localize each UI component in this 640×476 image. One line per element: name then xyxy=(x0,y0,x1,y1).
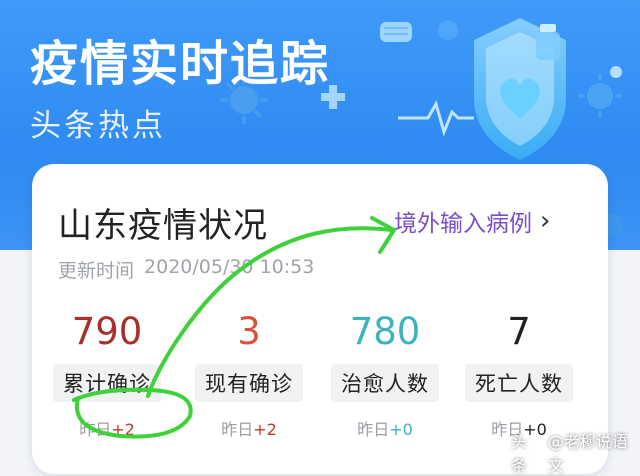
stat-deaths: 7 死亡人数 昨日+0 xyxy=(454,310,584,440)
imported-cases-link[interactable]: 境外输入病例 › xyxy=(394,204,550,238)
stat-current-confirmed: 3 现有确诊 昨日+2 xyxy=(184,310,314,440)
stat-delta-value: +0 xyxy=(389,420,413,439)
virus-icon xyxy=(578,74,622,118)
stat-confirmed-total: 790 累计确诊 昨日+2 xyxy=(42,310,172,440)
stat-label: 现有确诊 xyxy=(195,364,303,402)
stat-delta: 昨日+0 xyxy=(320,416,450,440)
hero-subtitle: 头条热点 xyxy=(30,108,166,144)
stat-delta-prefix: 昨日 xyxy=(357,420,390,439)
stat-delta-value: +2 xyxy=(111,420,135,439)
hero-title: 疫情实时追踪 xyxy=(30,36,331,92)
update-time-label: 更新时间 xyxy=(58,260,135,282)
watermark: 头条 @老穆说语文 xyxy=(511,428,640,476)
watermark-platform: 头条 xyxy=(511,432,528,475)
stat-value: 3 xyxy=(237,310,261,353)
stat-delta-prefix: 昨日 xyxy=(221,420,254,439)
medicine-bottle-icon xyxy=(536,24,560,60)
update-time-value: 2020/05/30 10:53 xyxy=(144,256,315,278)
stat-delta: 昨日+2 xyxy=(42,416,172,440)
stat-value: 790 xyxy=(71,310,143,353)
stat-value: 7 xyxy=(507,310,531,353)
stat-label: 死亡人数 xyxy=(465,364,573,402)
stat-delta: 昨日+2 xyxy=(184,416,314,440)
stat-recovered: 780 治愈人数 昨日+0 xyxy=(320,310,450,440)
imported-cases-link-label: 境外输入病例 xyxy=(394,211,532,237)
stat-label: 累计确诊 xyxy=(53,364,161,402)
update-time: 更新时间 2020/05/30 10:53 xyxy=(58,256,314,283)
stat-delta-value: +2 xyxy=(253,420,277,439)
watermark-handle: @老穆说语文 xyxy=(547,432,628,475)
card-title: 山东疫情状况 xyxy=(58,206,268,246)
stat-label: 治愈人数 xyxy=(331,364,439,402)
stat-delta-prefix: 昨日 xyxy=(79,420,112,439)
mask-icon xyxy=(380,22,412,42)
stat-value: 780 xyxy=(349,310,421,353)
chevron-right-icon: › xyxy=(540,206,551,236)
